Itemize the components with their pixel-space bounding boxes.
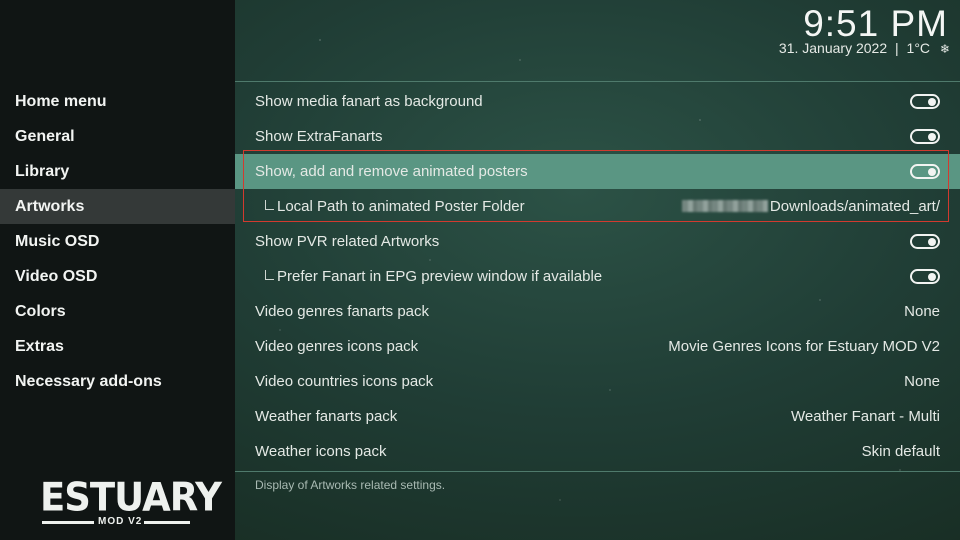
sidebar-item-video-osd[interactable]: Video OSD xyxy=(0,259,235,294)
setting-description: Display of Artworks related settings. xyxy=(255,478,446,492)
logo-subtitle: MOD V2 xyxy=(98,516,143,527)
setting-label: Weather icons pack xyxy=(255,443,387,460)
setting-label: Local Path to animated Poster Folder xyxy=(265,189,525,224)
redacted-path xyxy=(681,200,768,213)
sidebar-item-necessary-addons[interactable]: Necessary add-ons xyxy=(0,364,235,399)
setting-row[interactable]: Video genres icons pack Movie Genres Ico… xyxy=(235,329,960,364)
setting-label: Prefer Fanart in EPG preview window if a… xyxy=(265,259,602,294)
date-weather-line: 31. January 2022 | 1°C ❄ xyxy=(779,39,950,58)
list-bottom-divider xyxy=(235,471,960,472)
setting-label: Show media fanart as background xyxy=(255,93,483,110)
sub-setting-icon xyxy=(265,270,274,280)
path-value: Downloads/animated_art/ xyxy=(769,198,940,215)
setting-value: Weather Fanart - Multi xyxy=(791,408,940,425)
sidebar-item-home-menu[interactable]: Home menu xyxy=(0,84,235,119)
toggle-knob xyxy=(928,272,936,281)
toggle-switch[interactable] xyxy=(910,94,940,109)
toggle-switch[interactable] xyxy=(910,129,940,144)
setting-row[interactable]: Video genres fanarts pack None xyxy=(235,294,960,329)
sidebar-item-general[interactable]: General xyxy=(0,119,235,154)
setting-value: None xyxy=(904,303,940,320)
toggle-knob xyxy=(928,167,936,176)
toggle-switch[interactable] xyxy=(910,234,940,249)
setting-label: Weather fanarts pack xyxy=(255,408,398,425)
sub-setting-icon xyxy=(265,200,274,210)
setting-value: Movie Genres Icons for Estuary MOD V2 xyxy=(668,338,940,355)
setting-value: Skin default xyxy=(861,443,940,460)
sidebar-item-music-osd[interactable]: Music OSD xyxy=(0,224,235,259)
setting-row[interactable]: Show media fanart as background xyxy=(235,84,960,119)
separator: | xyxy=(895,40,899,56)
setting-row[interactable]: Prefer Fanart in EPG preview window if a… xyxy=(235,259,960,294)
sidebar-item-artworks[interactable]: Artworks xyxy=(0,189,235,224)
setting-value: None xyxy=(904,373,940,390)
estuary-logo: ESTUARY MOD V2 xyxy=(40,476,222,530)
snowflake-icon: ❄ xyxy=(939,42,950,56)
setting-row[interactable]: Weather icons pack Skin default xyxy=(235,434,960,469)
logo-title: ESTUARY xyxy=(40,474,222,521)
setting-row-focused[interactable]: Show, add and remove animated posters xyxy=(235,154,960,189)
date-text: 31. January 2022 xyxy=(778,40,888,56)
sidebar: Home menu General Library Artworks Music… xyxy=(0,0,235,540)
toggle-switch[interactable] xyxy=(910,269,940,284)
logo-bar-right xyxy=(144,521,190,524)
setting-label: Video genres fanarts pack xyxy=(255,303,430,320)
setting-row[interactable]: Video countries icons pack None xyxy=(235,364,960,399)
sidebar-item-extras[interactable]: Extras xyxy=(0,329,235,364)
setting-label: Video countries icons pack xyxy=(255,373,434,390)
sidebar-item-colors[interactable]: Colors xyxy=(0,294,235,329)
setting-label: Show, add and remove animated posters xyxy=(255,163,528,180)
logo-bar-left xyxy=(42,521,94,524)
toggle-knob xyxy=(928,97,936,106)
setting-label-text: Prefer Fanart in EPG preview window if a… xyxy=(277,268,603,285)
list-top-divider xyxy=(235,81,960,82)
setting-label-text: Local Path to animated Poster Folder xyxy=(277,198,525,215)
toggle-knob xyxy=(928,237,936,246)
toggle-knob xyxy=(928,132,936,141)
setting-row[interactable]: Show ExtraFanarts xyxy=(235,119,960,154)
temperature: 1°C xyxy=(906,40,931,56)
setting-label: Show PVR related Artworks xyxy=(255,233,440,250)
setting-row[interactable]: Show PVR related Artworks xyxy=(235,224,960,259)
setting-label: Show ExtraFanarts xyxy=(255,128,383,145)
sidebar-item-library[interactable]: Library xyxy=(0,154,235,189)
setting-row[interactable]: Local Path to animated Poster Folder Dow… xyxy=(235,189,960,224)
setting-row[interactable]: Weather fanarts pack Weather Fanart - Mu… xyxy=(235,399,960,434)
toggle-switch[interactable] xyxy=(910,164,940,179)
setting-label: Video genres icons pack xyxy=(255,338,419,355)
setting-value: Downloads/animated_art/ xyxy=(681,189,940,224)
